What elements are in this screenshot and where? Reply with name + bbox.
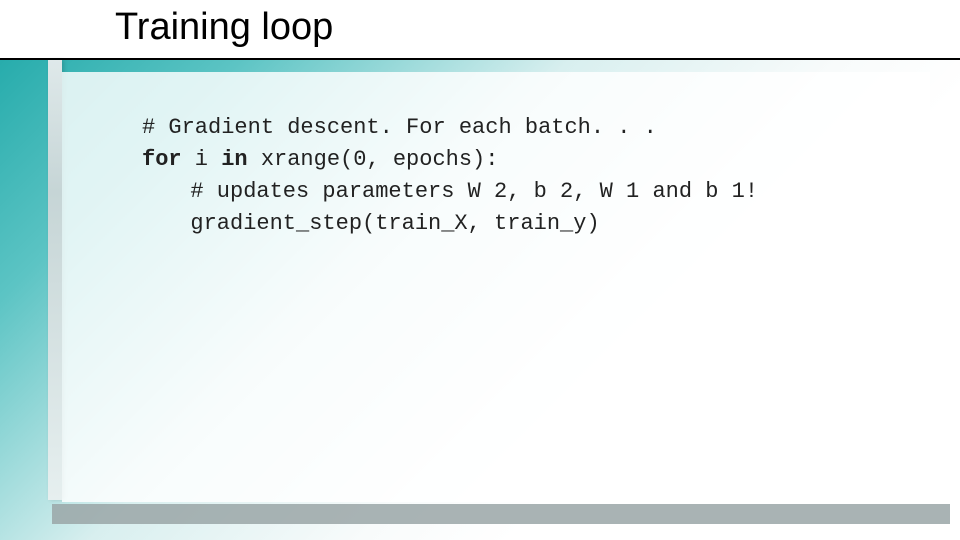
keyword-for: for (142, 147, 182, 172)
content-area: # Gradient descent. For each batch. . . … (62, 72, 930, 502)
code-line-3: # updates parameters W 2, b 2, W 1 and b… (190, 179, 758, 204)
slide-title: Training loop (115, 6, 333, 49)
footer-bar (52, 504, 950, 524)
code-line-1: # Gradient descent. For each batch. . . (142, 115, 657, 140)
code-line-4: gradient_step(train_X, train_y) (190, 211, 599, 236)
slide: Training loop # Gradient descent. For ea… (0, 0, 960, 540)
code-block: # Gradient descent. For each batch. . . … (142, 112, 880, 240)
title-underline (0, 58, 960, 60)
code-line-2-mid: i (182, 147, 222, 172)
code-line-2-tail: xrange(0, epochs): (248, 147, 499, 172)
left-accent-bar (48, 60, 62, 500)
keyword-in: in (221, 147, 247, 172)
